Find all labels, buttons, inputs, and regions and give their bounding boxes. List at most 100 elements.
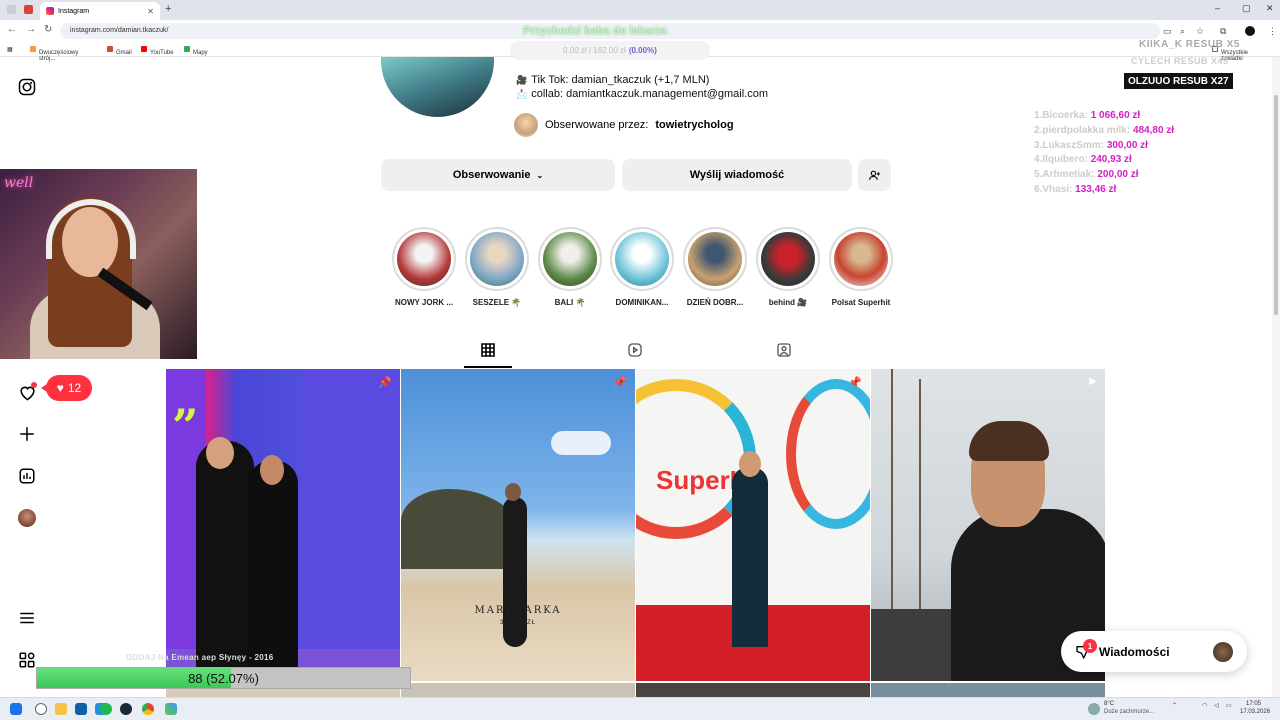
donor-1: 2.pierdpolakka milk: 484,80 zł [1034,124,1175,136]
post-marynarka[interactable]: MARYNARKA 399.99 ZŁ 📌 [401,369,635,681]
pin-icon: 📌 [378,377,392,389]
explorer-icon[interactable] [55,703,67,715]
resub-banner: OLZUUO RESUB X27 [1124,73,1233,89]
extensions-icon[interactable]: ⧉ [1220,26,1226,37]
app-icon[interactable] [75,703,87,715]
create-plus-icon[interactable] [17,424,37,444]
heart-filled-icon: ♥ [56,381,64,395]
instagram-logo-icon[interactable] [17,77,37,97]
reel-icon: ▶ [1089,376,1097,387]
post-row2-4[interactable] [871,683,1105,697]
followed-by[interactable]: Obserwowane przez: towietrycholog [514,113,734,137]
steam-icon[interactable] [120,703,132,715]
chat-avatar [1213,641,1233,662]
post-row2-2[interactable] [401,683,635,697]
volume-icon[interactable]: ◁ [1214,702,1219,709]
post-superhit[interactable]: SuperHit 📌 [636,369,870,681]
post-row2-3[interactable] [636,683,870,697]
resub-line-1: CYLECH RESUB X49 [1131,56,1229,66]
new-tab-icon[interactable]: + [165,3,171,15]
goal-label: 88 (52.07%) [188,670,259,686]
profile-icon[interactable] [1245,26,1255,36]
bookmark-gmail[interactable]: Gmail [107,46,132,56]
donation-progress: 0.00 zł / 162.00 zł (0.00%) [510,41,710,60]
messages-widget[interactable]: 1 Wiadomości [1061,631,1247,672]
close-tab-icon[interactable]: ✕ [147,7,154,16]
apps-grid-icon[interactable]: ▦ [7,46,13,53]
tab-reels-icon[interactable] [626,341,644,359]
post-price: 399.99 ZŁ [499,620,537,626]
wifi-icon[interactable]: ◠ [1202,702,1207,709]
tab-tagged-icon[interactable] [775,341,793,359]
suggest-user-button[interactable] [858,159,891,191]
tab-strip: Instagram ✕ + – ▢ ✕ [0,0,1280,20]
close-window-icon[interactable]: ✕ [1266,3,1274,14]
cast-icon[interactable]: ▭ [1163,26,1172,37]
highlight-2[interactable]: BALI 🌴 [538,227,602,307]
minimize-icon[interactable]: – [1215,3,1220,13]
zoom-icon[interactable]: ⌕ [1180,26,1185,37]
back-icon[interactable]: ← [7,24,17,35]
battery-icon[interactable]: ▭ [1226,702,1232,709]
chevron-down-icon: ⌄ [536,170,544,180]
reload-icon[interactable]: ↻ [44,24,52,35]
taskbar: 8°C Duże zachmurze... ⌃ ◠ ◁ ▭ 17:05 17.0… [0,697,1280,720]
star-icon[interactable]: ☆ [1196,26,1204,37]
notifications-badge[interactable]: ♥ 12 [41,375,92,401]
highlight-0[interactable]: NOWY JORK ... [392,227,456,307]
following-button[interactable]: Obserwowanie ⌄ [381,159,615,191]
tab-title: Instagram [58,7,90,15]
spotify-icon[interactable] [100,703,112,715]
webcam-overlay: well [0,169,197,359]
avatar[interactable] [17,508,37,528]
menu-icon[interactable] [17,608,37,628]
highlight-1[interactable]: SESZELE 🌴 [465,227,529,307]
gmail-pinned-icon[interactable] [24,5,33,14]
bio-line-collab: 📩 collab: damiantkaczuk.management@gmail.… [516,88,768,100]
messages-badge: 1 [1083,639,1097,653]
send-message-button[interactable]: Wyślij wiadomość [622,159,852,191]
active-tab-indicator [464,366,512,368]
chrome-icon[interactable] [142,703,154,715]
donor-5: 6.Vhasi: 133,46 zł [1034,183,1117,195]
pin-icon: 📌 [848,377,862,389]
goal-caption: ODDAJ Na Emean aep Słynęy - 2016 [126,653,274,662]
tab-actions-icon[interactable] [7,5,16,14]
resub-line-0: KIIKA_K RESUB X5 [1139,39,1240,50]
tab-instagram[interactable]: Instagram ✕ [40,2,160,20]
weather-icon[interactable] [1088,703,1100,715]
app2-icon[interactable] [165,703,177,715]
highlight-3[interactable]: DOMINIKAN... [610,227,674,307]
highlight-5[interactable]: behind 🎥 [756,227,820,307]
heart-icon[interactable] [17,382,37,402]
follower-username[interactable]: towietrycholog [655,119,733,131]
start-icon[interactable] [10,703,22,715]
weather-desc: Duże zachmurze... [1104,709,1155,715]
pin-icon: 📌 [613,377,627,389]
add-user-icon [869,170,880,180]
search-icon[interactable] [35,703,47,715]
profile-picture[interactable] [381,57,494,117]
donor-2: 3.LukaszSmm: 300,00 zł [1034,139,1148,151]
highlight-6[interactable]: Polsat Superhit [829,227,893,307]
ig-sidebar [0,57,56,697]
weather-temp: 8°C [1104,701,1115,707]
neon-sign: well [4,175,34,191]
clock-date[interactable]: 17.03.2026 [1240,709,1270,715]
bookmark-youtube[interactable]: YouTube [141,46,174,56]
clock-time[interactable]: 17:05 [1246,701,1261,707]
post-bestsellery[interactable]: ” 📌 [166,369,400,681]
forward-icon[interactable]: → [26,24,36,35]
maximize-icon[interactable]: ▢ [1242,3,1251,14]
highlight-4[interactable]: DZIEŃ DOBR... [683,227,747,307]
menu-dots-icon[interactable]: ⋮ [1268,26,1277,37]
tab-posts-grid-icon[interactable] [479,341,497,359]
bookmark-0[interactable]: Dwuczęściowy strój... [30,46,78,62]
tray-chevron-icon[interactable]: ⌃ [1172,702,1177,709]
page-scrollbar[interactable] [1272,57,1280,697]
stats-icon[interactable] [17,466,37,486]
profile-tabs [380,337,890,368]
bookmark-maps[interactable]: Mapy [184,46,208,56]
apps-icon[interactable] [17,650,37,670]
stream-title: Przychodzi baba do lekarza [523,25,667,37]
